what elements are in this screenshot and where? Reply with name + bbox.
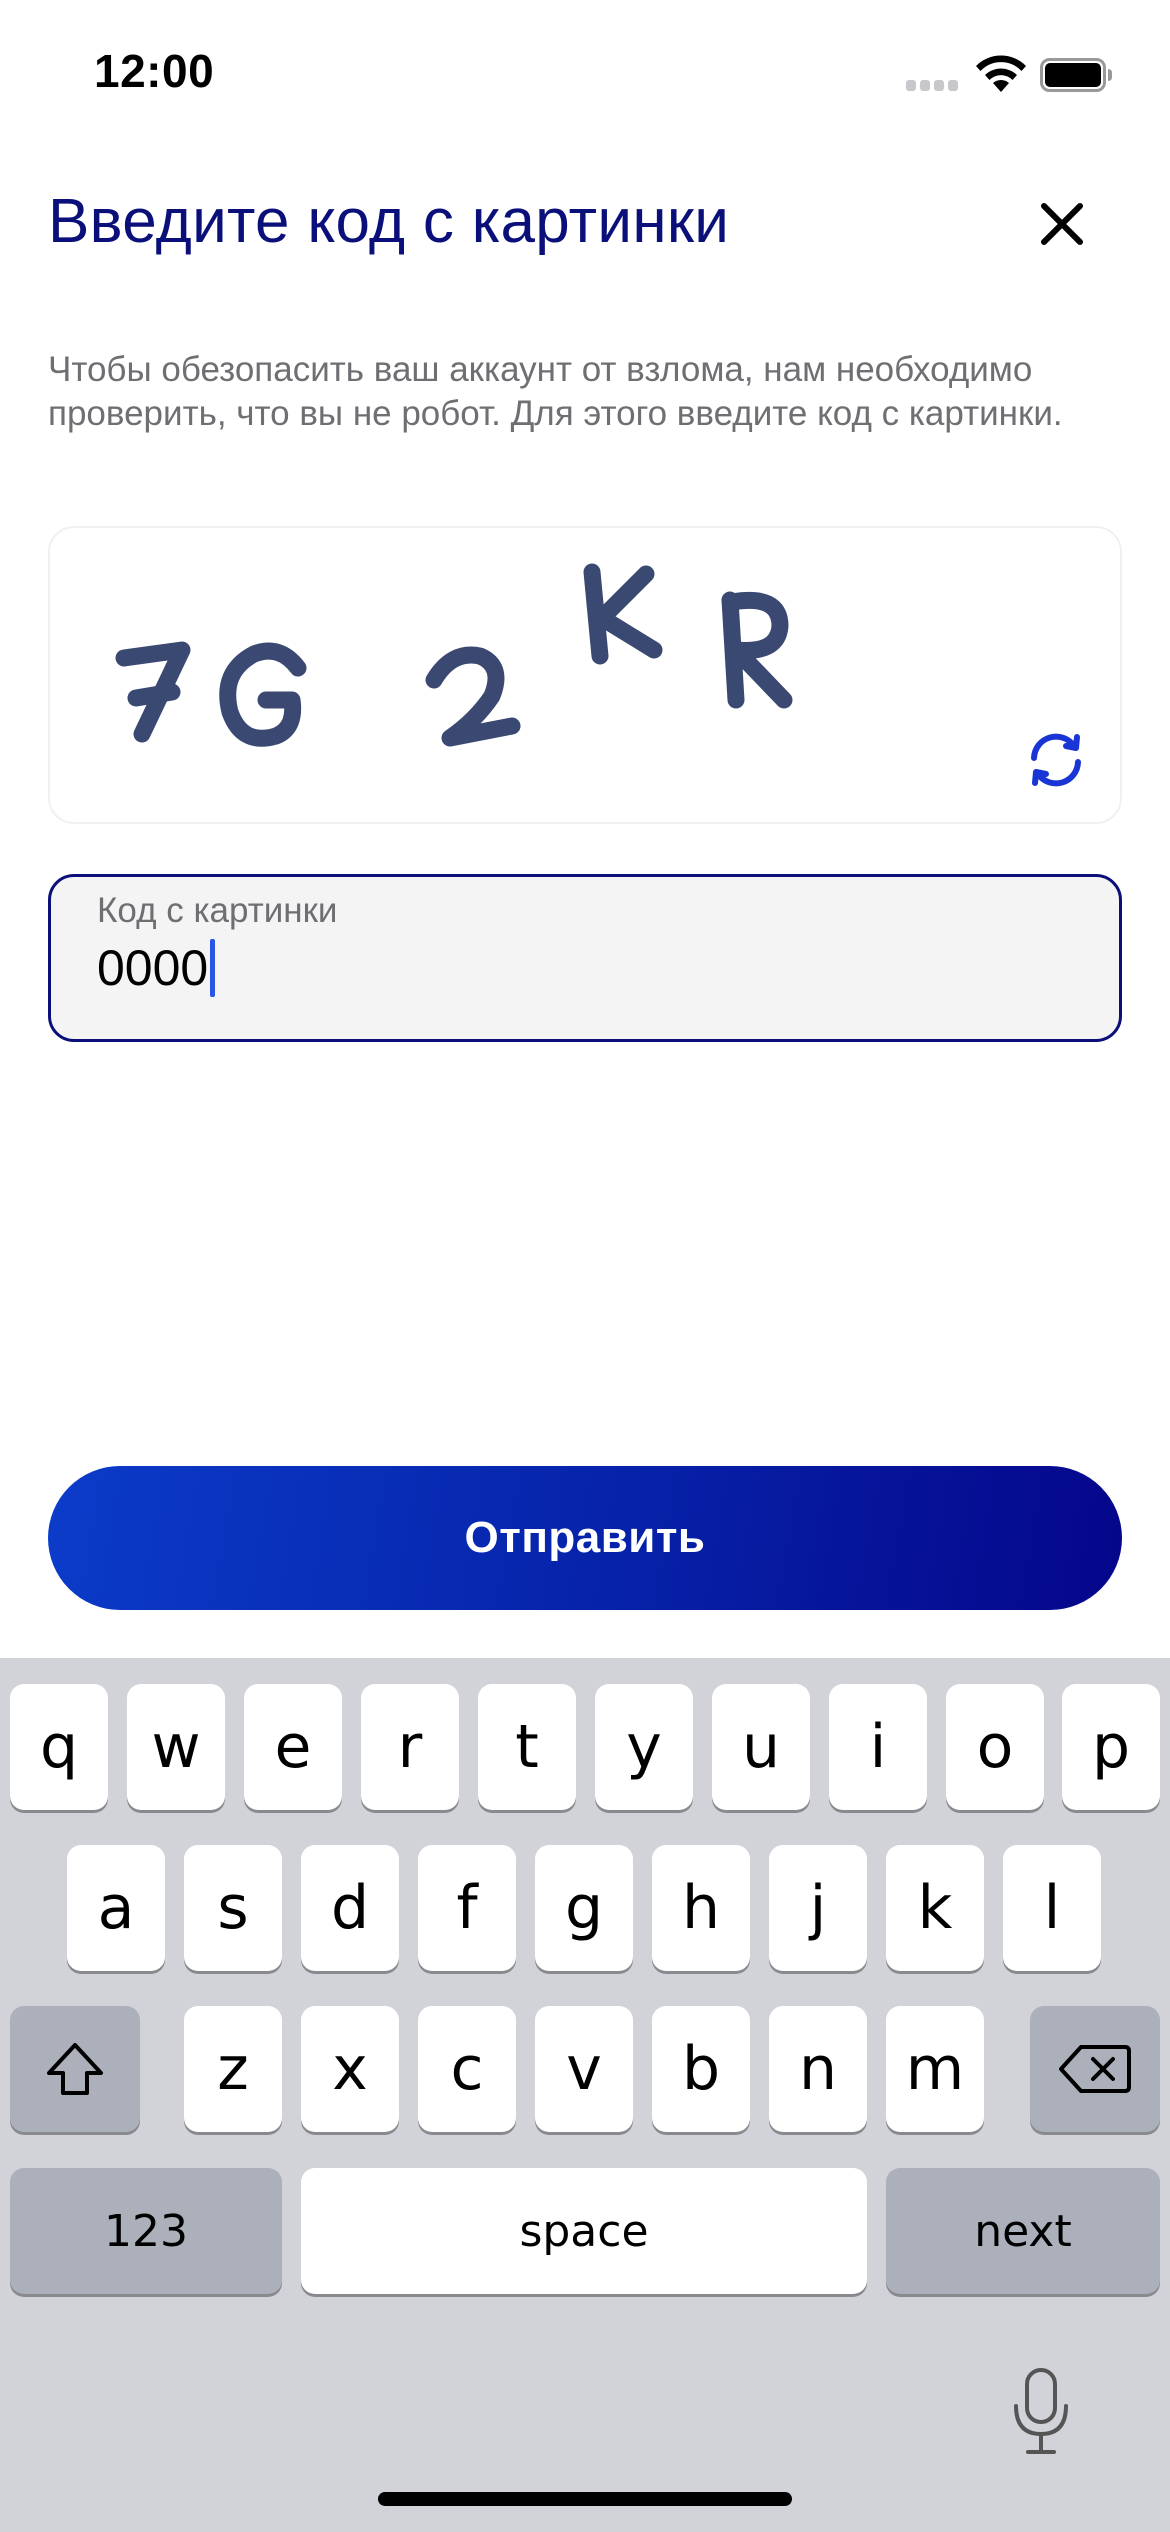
key-v[interactable]: v (535, 2006, 633, 2132)
refresh-icon (1031, 733, 1081, 787)
backspace-icon (1059, 2045, 1131, 2093)
captcha-code-field[interactable]: Код с картинки 0000 (48, 874, 1122, 1042)
key-d[interactable]: d (301, 1845, 399, 1971)
key-f[interactable]: f (418, 1845, 516, 1971)
space-key[interactable]: space (301, 2168, 867, 2294)
key-s[interactable]: s (184, 1845, 282, 1971)
key-i[interactable]: i (829, 1684, 927, 1810)
cellular-signal-icon (906, 80, 960, 92)
close-button[interactable] (1030, 192, 1094, 256)
refresh-captcha-button[interactable] (1022, 726, 1090, 794)
shift-key[interactable] (10, 2006, 140, 2132)
key-y[interactable]: y (595, 1684, 693, 1810)
page-title: Введите код с картинки (48, 187, 730, 256)
captcha-container (48, 526, 1122, 824)
battery-icon (1040, 58, 1112, 92)
next-key[interactable]: next (886, 2168, 1160, 2294)
numbers-key[interactable]: 123 (10, 2168, 282, 2294)
submit-button[interactable]: Отправить (48, 1466, 1122, 1610)
microphone-icon[interactable] (1010, 2366, 1072, 2456)
key-g[interactable]: g (535, 1845, 633, 1971)
key-l[interactable]: l (1003, 1845, 1101, 1971)
description-text: Чтобы обезопасить ваш аккаунт от взлома,… (48, 350, 1063, 433)
wifi-icon (976, 55, 1026, 92)
status-bar: 12:00 (0, 0, 1170, 140)
captcha-code-value[interactable]: 0000 (97, 939, 208, 997)
key-u[interactable]: u (712, 1684, 810, 1810)
key-c[interactable]: c (418, 2006, 516, 2132)
shift-icon (47, 2043, 103, 2095)
text-caret (210, 939, 216, 997)
close-icon (1041, 203, 1083, 245)
key-a[interactable]: a (67, 1845, 165, 1971)
keyboard: q w e r t y u i o p a s d f g h j k l z … (0, 1658, 1170, 2532)
key-k[interactable]: k (886, 1845, 984, 1971)
captcha-image (80, 550, 820, 800)
key-q[interactable]: q (10, 1684, 108, 1810)
key-t[interactable]: t (478, 1684, 576, 1810)
key-j[interactable]: j (769, 1845, 867, 1971)
key-o[interactable]: o (946, 1684, 1044, 1810)
backspace-key[interactable] (1030, 2006, 1160, 2132)
key-h[interactable]: h (652, 1845, 750, 1971)
captcha-code-label: Код с картинки (97, 891, 338, 930)
key-m[interactable]: m (886, 2006, 984, 2132)
home-indicator (378, 2492, 792, 2506)
key-p[interactable]: p (1062, 1684, 1160, 1810)
key-w[interactable]: w (127, 1684, 225, 1810)
key-z[interactable]: z (184, 2006, 282, 2132)
key-x[interactable]: x (301, 2006, 399, 2132)
captcha-code-value-wrap[interactable]: 0000 (97, 939, 216, 997)
key-n[interactable]: n (769, 2006, 867, 2132)
status-time: 12:00 (94, 45, 215, 97)
key-r[interactable]: r (361, 1684, 459, 1810)
key-e[interactable]: e (244, 1684, 342, 1810)
key-b[interactable]: b (652, 2006, 750, 2132)
